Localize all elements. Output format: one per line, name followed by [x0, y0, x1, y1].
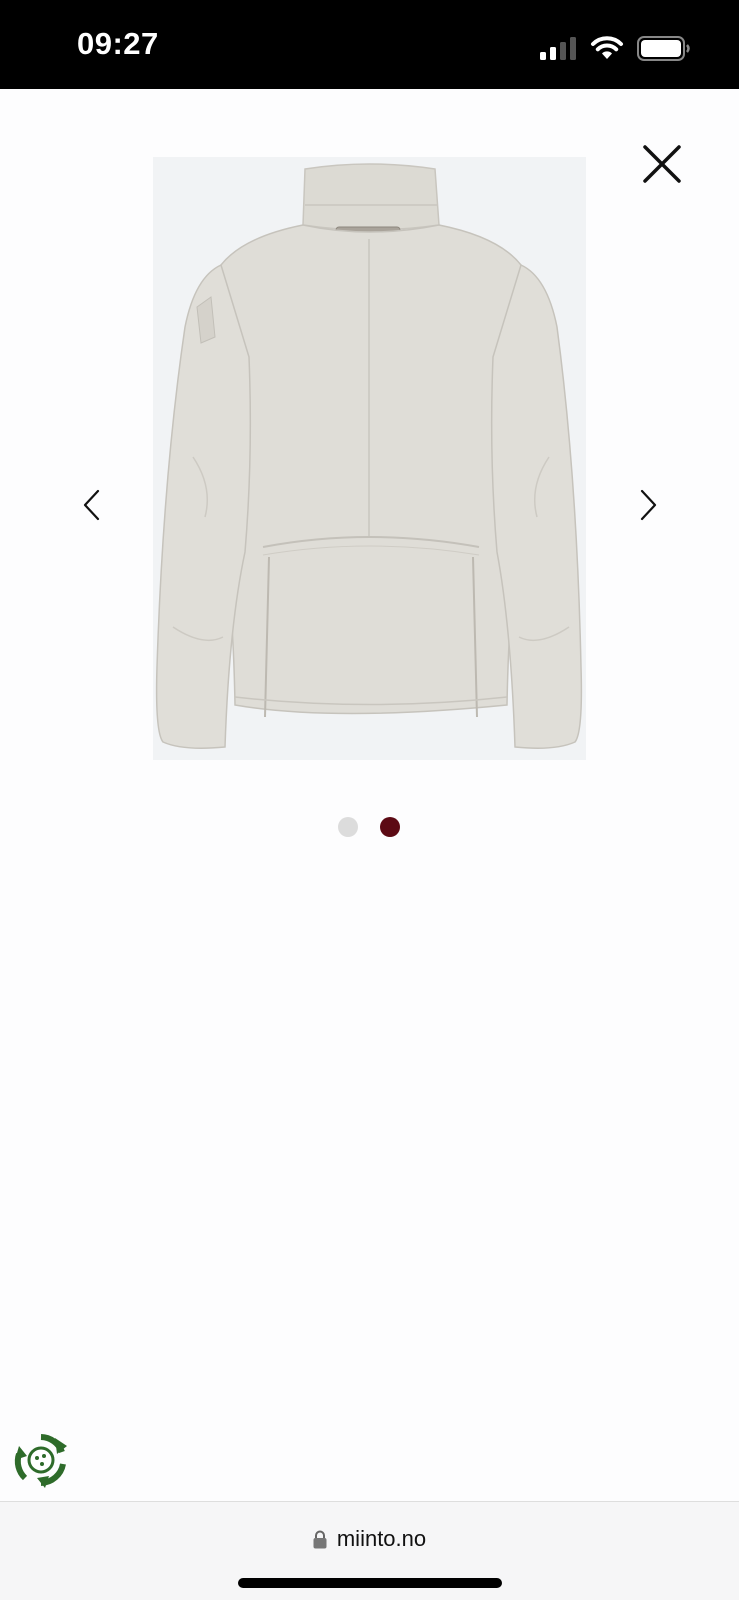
- browser-bar: miinto.no: [0, 1501, 739, 1600]
- recycle-logo-icon[interactable]: [13, 1432, 69, 1488]
- status-bar: 09:27: [0, 0, 739, 89]
- product-image: [153, 157, 586, 760]
- status-time: 09:27: [77, 26, 159, 61]
- chevron-left-icon[interactable]: [80, 488, 104, 522]
- image-pagination: [338, 817, 402, 837]
- url-text: miinto.no: [336, 1526, 427, 1551]
- close-icon[interactable]: [642, 144, 682, 184]
- battery-icon: [637, 36, 690, 61]
- cellular-signal-icon: [540, 37, 576, 60]
- address-bar[interactable]: miinto.no: [0, 1526, 739, 1556]
- wifi-icon: [591, 36, 623, 59]
- home-indicator[interactable]: [238, 1578, 502, 1588]
- page: 09:27 miinto.no: [0, 0, 739, 1600]
- lock-icon: [313, 1530, 327, 1548]
- chevron-right-icon[interactable]: [636, 488, 660, 522]
- pagination-dot[interactable]: [338, 817, 358, 837]
- pagination-dot-active[interactable]: [380, 817, 400, 837]
- url-display[interactable]: miinto.no: [313, 1526, 426, 1552]
